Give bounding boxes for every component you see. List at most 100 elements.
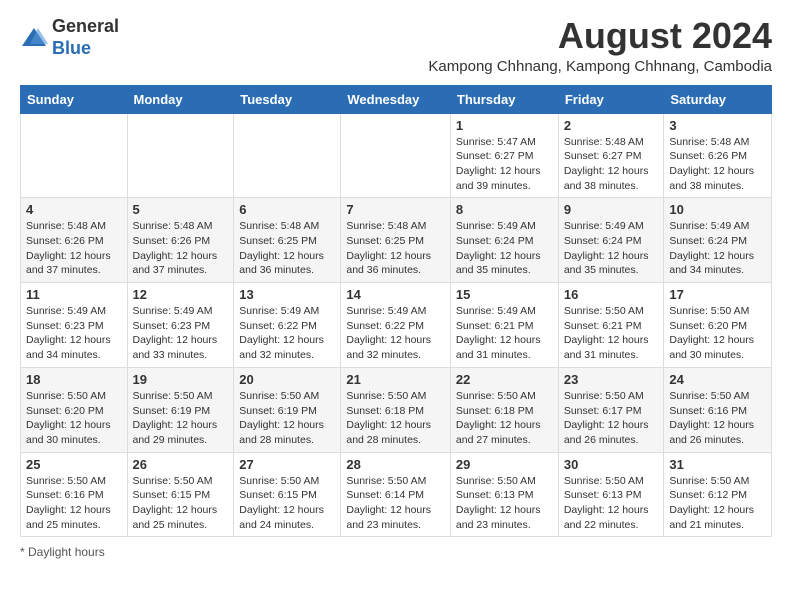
calendar-cell: 7Sunrise: 5:48 AM Sunset: 6:25 PM Daylig… [341,198,451,283]
day-info: Sunrise: 5:48 AM Sunset: 6:26 PM Dayligh… [669,135,766,194]
day-number: 17 [669,287,766,302]
day-info: Sunrise: 5:50 AM Sunset: 6:16 PM Dayligh… [26,474,122,533]
day-info: Sunrise: 5:50 AM Sunset: 6:21 PM Dayligh… [564,304,659,363]
week-row-1: 1Sunrise: 5:47 AM Sunset: 6:27 PM Daylig… [21,113,772,198]
week-row-4: 18Sunrise: 5:50 AM Sunset: 6:20 PM Dayli… [21,367,772,452]
logo-text: General Blue [52,16,119,59]
calendar-cell: 11Sunrise: 5:49 AM Sunset: 6:23 PM Dayli… [21,283,128,368]
calendar-cell: 9Sunrise: 5:49 AM Sunset: 6:24 PM Daylig… [558,198,664,283]
weekday-header-tuesday: Tuesday [234,85,341,113]
day-info: Sunrise: 5:49 AM Sunset: 6:22 PM Dayligh… [239,304,335,363]
day-info: Sunrise: 5:50 AM Sunset: 6:19 PM Dayligh… [239,389,335,448]
day-number: 2 [564,118,659,133]
calendar-cell: 24 Sunrise: 5:50 AM Sunset: 6:16 PM Dayli… [664,367,772,452]
calendar-cell: 26 Sunrise: 5:50 AM Sunset: 6:15 PM Dayli… [127,452,234,537]
week-row-3: 11Sunrise: 5:49 AM Sunset: 6:23 PM Dayli… [21,283,772,368]
weekday-header-sunday: Sunday [21,85,128,113]
day-number: 29 [456,457,553,472]
day-number: 8 [456,202,553,217]
calendar-cell: 25 Sunrise: 5:50 AM Sunset: 6:16 PM Dayli… [21,452,128,537]
weekday-header-row: SundayMondayTuesdayWednesdayThursdayFrid… [21,85,772,113]
day-number: 12 [133,287,229,302]
calendar-cell: 21Sunrise: 5:50 AM Sunset: 6:18 PM Dayli… [341,367,451,452]
day-info: Sunrise: 5:50 AM Sunset: 6:20 PM Dayligh… [26,389,122,448]
day-number: 10 [669,202,766,217]
day-info: Sunrise: 5:48 AM Sunset: 6:26 PM Dayligh… [26,219,122,278]
day-number: 27 [239,457,335,472]
calendar-cell [21,113,128,198]
logo-icon [20,24,48,52]
calendar-cell: 16 Sunrise: 5:50 AM Sunset: 6:21 PM Dayli… [558,283,664,368]
day-info: Sunrise: 5:50 AM Sunset: 6:18 PM Dayligh… [456,389,553,448]
calendar-cell: 6 Sunrise: 5:48 AM Sunset: 6:25 PM Daylig… [234,198,341,283]
weekday-header-monday: Monday [127,85,234,113]
day-number: 19 [133,372,229,387]
header: General Blue August 2024 Kampong Chhnang… [20,16,772,75]
calendar-cell: 22 Sunrise: 5:50 AM Sunset: 6:18 PM Dayli… [450,367,558,452]
calendar-cell: 8 Sunrise: 5:49 AM Sunset: 6:24 PM Daylig… [450,198,558,283]
calendar-cell: 19 Sunrise: 5:50 AM Sunset: 6:19 PM Dayli… [127,367,234,452]
day-number: 5 [133,202,229,217]
calendar-cell: 30 Sunrise: 5:50 AM Sunset: 6:13 PM Dayli… [558,452,664,537]
day-number: 23 [564,372,659,387]
calendar-cell [127,113,234,198]
day-number: 4 [26,202,122,217]
calendar-cell: 2Sunrise: 5:48 AM Sunset: 6:27 PM Daylig… [558,113,664,198]
day-info: Sunrise: 5:48 AM Sunset: 6:25 PM Dayligh… [239,219,335,278]
calendar-cell: 13 Sunrise: 5:49 AM Sunset: 6:22 PM Dayli… [234,283,341,368]
calendar-cell: 23Sunrise: 5:50 AM Sunset: 6:17 PM Dayli… [558,367,664,452]
title-block: August 2024 Kampong Chhnang, Kampong Chh… [428,16,772,75]
footer-note-text: Daylight hours [28,545,105,559]
day-number: 31 [669,457,766,472]
day-info: Sunrise: 5:49 AM Sunset: 6:22 PM Dayligh… [346,304,445,363]
calendar-cell: 1Sunrise: 5:47 AM Sunset: 6:27 PM Daylig… [450,113,558,198]
day-number: 25 [26,457,122,472]
logo-general-text: General [52,16,119,36]
week-row-5: 25 Sunrise: 5:50 AM Sunset: 6:16 PM Dayli… [21,452,772,537]
weekday-header-friday: Friday [558,85,664,113]
day-info: Sunrise: 5:50 AM Sunset: 6:14 PM Dayligh… [346,474,445,533]
calendar-cell: 14 Sunrise: 5:49 AM Sunset: 6:22 PM Dayli… [341,283,451,368]
day-info: Sunrise: 5:50 AM Sunset: 6:15 PM Dayligh… [133,474,229,533]
day-number: 28 [346,457,445,472]
day-info: Sunrise: 5:50 AM Sunset: 6:19 PM Dayligh… [133,389,229,448]
day-number: 14 [346,287,445,302]
weekday-header-wednesday: Wednesday [341,85,451,113]
calendar-cell: 27 Sunrise: 5:50 AM Sunset: 6:15 PM Dayli… [234,452,341,537]
footer-note: * Daylight hours [20,545,772,559]
day-number: 16 [564,287,659,302]
day-info: Sunrise: 5:50 AM Sunset: 6:13 PM Dayligh… [564,474,659,533]
calendar-table: SundayMondayTuesdayWednesdayThursdayFrid… [20,85,772,538]
day-info: Sunrise: 5:49 AM Sunset: 6:24 PM Dayligh… [564,219,659,278]
week-row-2: 4 Sunrise: 5:48 AM Sunset: 6:26 PM Daylig… [21,198,772,283]
calendar-cell: 4 Sunrise: 5:48 AM Sunset: 6:26 PM Daylig… [21,198,128,283]
calendar-cell: 15Sunrise: 5:49 AM Sunset: 6:21 PM Dayli… [450,283,558,368]
day-info: Sunrise: 5:50 AM Sunset: 6:20 PM Dayligh… [669,304,766,363]
calendar-cell: 10 Sunrise: 5:49 AM Sunset: 6:24 PM Dayli… [664,198,772,283]
day-info: Sunrise: 5:50 AM Sunset: 6:16 PM Dayligh… [669,389,766,448]
day-info: Sunrise: 5:50 AM Sunset: 6:15 PM Dayligh… [239,474,335,533]
calendar-cell: 17 Sunrise: 5:50 AM Sunset: 6:20 PM Dayli… [664,283,772,368]
day-info: Sunrise: 5:47 AM Sunset: 6:27 PM Dayligh… [456,135,553,194]
location-subtitle: Kampong Chhnang, Kampong Chhnang, Cambod… [428,58,772,75]
calendar-cell [234,113,341,198]
day-info: Sunrise: 5:50 AM Sunset: 6:12 PM Dayligh… [669,474,766,533]
day-number: 13 [239,287,335,302]
calendar-cell: 31 Sunrise: 5:50 AM Sunset: 6:12 PM Dayli… [664,452,772,537]
calendar-cell: 20Sunrise: 5:50 AM Sunset: 6:19 PM Dayli… [234,367,341,452]
day-info: Sunrise: 5:49 AM Sunset: 6:24 PM Dayligh… [456,219,553,278]
day-number: 22 [456,372,553,387]
day-number: 21 [346,372,445,387]
day-number: 26 [133,457,229,472]
calendar-cell: 28 Sunrise: 5:50 AM Sunset: 6:14 PM Dayli… [341,452,451,537]
logo-blue-text: Blue [52,38,91,58]
weekday-header-thursday: Thursday [450,85,558,113]
month-title: August 2024 [428,16,772,56]
day-info: Sunrise: 5:49 AM Sunset: 6:21 PM Dayligh… [456,304,553,363]
day-number: 24 [669,372,766,387]
calendar-cell [341,113,451,198]
day-number: 6 [239,202,335,217]
calendar-cell: 29Sunrise: 5:50 AM Sunset: 6:13 PM Dayli… [450,452,558,537]
day-info: Sunrise: 5:49 AM Sunset: 6:24 PM Dayligh… [669,219,766,278]
day-number: 30 [564,457,659,472]
